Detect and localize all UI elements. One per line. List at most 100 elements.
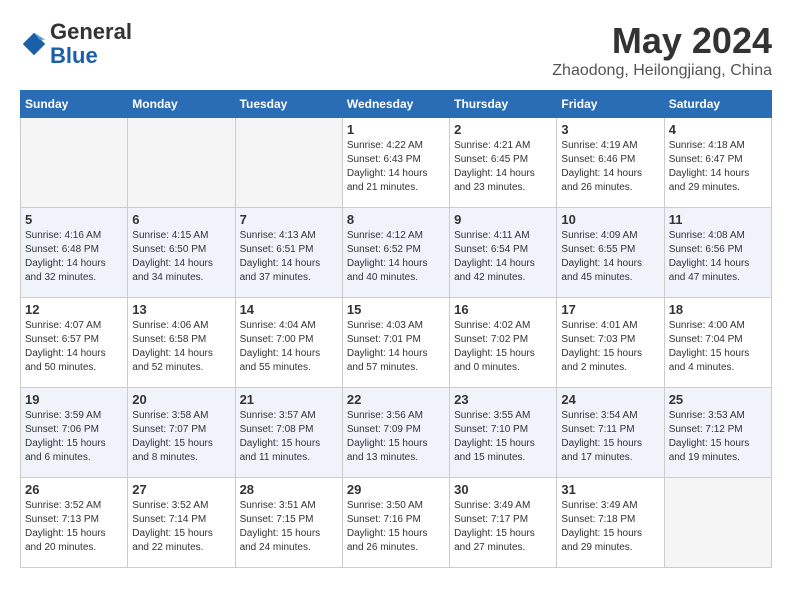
day-info: Sunrise: 4:08 AMSunset: 6:56 PMDaylight:… [669,229,767,285]
day-info: Sunrise: 4:18 AMSunset: 6:47 PMDaylight:… [669,139,767,195]
day-number: 18 [669,302,767,317]
day-number: 2 [454,122,552,137]
day-info: Sunrise: 4:19 AMSunset: 6:46 PMDaylight:… [561,139,659,195]
day-number: 13 [132,302,230,317]
calendar-day-cell: 8 Sunrise: 4:12 AMSunset: 6:52 PMDaylight… [342,208,449,298]
calendar-week-row: 12Sunrise: 4:07 AMSunset: 6:57 PMDayligh… [21,298,772,388]
day-number: 29 [347,482,445,497]
day-info: Sunrise: 4:11 AMSunset: 6:54 PMDaylight:… [454,229,552,285]
day-number: 12 [25,302,123,317]
calendar-day-cell: 12Sunrise: 4:07 AMSunset: 6:57 PMDayligh… [21,298,128,388]
day-number: 1 [347,122,445,137]
calendar-day-cell: 14Sunrise: 4:04 AMSunset: 7:00 PMDayligh… [235,298,342,388]
day-number: 22 [347,392,445,407]
day-number: 5 [25,212,123,227]
calendar-table: SundayMondayTuesdayWednesdayThursdayFrid… [20,90,772,568]
day-info: Sunrise: 4:06 AMSunset: 6:58 PMDaylight:… [132,319,230,375]
calendar-day-cell: 23 Sunrise: 3:55 AMSunset: 7:10 PMDayligh… [450,388,557,478]
calendar-day-cell: 29 Sunrise: 3:50 AMSunset: 7:16 PMDayligh… [342,478,449,568]
day-number: 23 [454,392,552,407]
day-number: 15 [347,302,445,317]
calendar-day-cell [664,478,771,568]
calendar-day-cell: 26 Sunrise: 3:52 AMSunset: 7:13 PMDayligh… [21,478,128,568]
calendar-day-cell: 17 Sunrise: 4:01 AMSunset: 7:03 PMDayligh… [557,298,664,388]
day-info: Sunrise: 3:51 AMSunset: 7:15 PMDaylight:… [240,499,338,555]
day-info: Sunrise: 4:21 AMSunset: 6:45 PMDaylight:… [454,139,552,195]
day-number: 4 [669,122,767,137]
weekday-header-tuesday: Tuesday [235,91,342,118]
calendar-day-cell: 16 Sunrise: 4:02 AMSunset: 7:02 PMDayligh… [450,298,557,388]
calendar-day-cell: 30 Sunrise: 3:49 AMSunset: 7:17 PMDayligh… [450,478,557,568]
day-number: 8 [347,212,445,227]
calendar-day-cell: 19 Sunrise: 3:59 AMSunset: 7:06 PMDayligh… [21,388,128,478]
day-info: Sunrise: 4:03 AMSunset: 7:01 PMDaylight:… [347,319,445,375]
calendar-day-cell: 4 Sunrise: 4:18 AMSunset: 6:47 PMDaylight… [664,118,771,208]
day-number: 16 [454,302,552,317]
calendar-day-cell: 2 Sunrise: 4:21 AMSunset: 6:45 PMDaylight… [450,118,557,208]
day-number: 21 [240,392,338,407]
weekday-header-friday: Friday [557,91,664,118]
day-number: 11 [669,212,767,227]
day-number: 20 [132,392,230,407]
calendar-week-row: 1 Sunrise: 4:22 AMSunset: 6:43 PMDaylight… [21,118,772,208]
calendar-day-cell: 1 Sunrise: 4:22 AMSunset: 6:43 PMDaylight… [342,118,449,208]
day-info: Sunrise: 4:22 AMSunset: 6:43 PMDaylight:… [347,139,445,195]
day-info: Sunrise: 3:52 AMSunset: 7:13 PMDaylight:… [25,499,123,555]
day-info: Sunrise: 3:57 AMSunset: 7:08 PMDaylight:… [240,409,338,465]
page-header: General Blue May 2024 Zhaodong, Heilongj… [20,20,772,80]
day-info: Sunrise: 3:54 AMSunset: 7:11 PMDaylight:… [561,409,659,465]
day-info: Sunrise: 4:15 AMSunset: 6:50 PMDaylight:… [132,229,230,285]
day-info: Sunrise: 3:53 AMSunset: 7:12 PMDaylight:… [669,409,767,465]
day-number: 27 [132,482,230,497]
day-info: Sunrise: 4:09 AMSunset: 6:55 PMDaylight:… [561,229,659,285]
day-number: 25 [669,392,767,407]
day-info: Sunrise: 3:55 AMSunset: 7:10 PMDaylight:… [454,409,552,465]
calendar-day-cell: 25 Sunrise: 3:53 AMSunset: 7:12 PMDayligh… [664,388,771,478]
day-info: Sunrise: 3:49 AMSunset: 7:18 PMDaylight:… [561,499,659,555]
day-number: 17 [561,302,659,317]
calendar-day-cell: 18Sunrise: 4:00 AMSunset: 7:04 PMDayligh… [664,298,771,388]
weekday-header-monday: Monday [128,91,235,118]
day-info: Sunrise: 4:13 AMSunset: 6:51 PMDaylight:… [240,229,338,285]
weekday-header-wednesday: Wednesday [342,91,449,118]
calendar-day-cell [21,118,128,208]
calendar-day-cell: 20 Sunrise: 3:58 AMSunset: 7:07 PMDayligh… [128,388,235,478]
day-number: 14 [240,302,338,317]
calendar-week-row: 19 Sunrise: 3:59 AMSunset: 7:06 PMDayligh… [21,388,772,478]
calendar-day-cell [128,118,235,208]
calendar-day-cell: 9 Sunrise: 4:11 AMSunset: 6:54 PMDaylight… [450,208,557,298]
calendar-day-cell: 21 Sunrise: 3:57 AMSunset: 7:08 PMDayligh… [235,388,342,478]
day-number: 7 [240,212,338,227]
logo-icon [20,30,48,58]
calendar-day-cell: 22 Sunrise: 3:56 AMSunset: 7:09 PMDayligh… [342,388,449,478]
day-number: 28 [240,482,338,497]
day-number: 30 [454,482,552,497]
logo-general-text: General [50,19,132,44]
day-number: 19 [25,392,123,407]
location-subtitle: Zhaodong, Heilongjiang, China [552,62,772,80]
calendar-day-cell: 31 Sunrise: 3:49 AMSunset: 7:18 PMDayligh… [557,478,664,568]
day-number: 26 [25,482,123,497]
weekday-header-sunday: Sunday [21,91,128,118]
calendar-day-cell: 3Sunrise: 4:19 AMSunset: 6:46 PMDaylight… [557,118,664,208]
day-number: 9 [454,212,552,227]
day-info: Sunrise: 3:58 AMSunset: 7:07 PMDaylight:… [132,409,230,465]
day-info: Sunrise: 3:52 AMSunset: 7:14 PMDaylight:… [132,499,230,555]
day-info: Sunrise: 3:56 AMSunset: 7:09 PMDaylight:… [347,409,445,465]
day-info: Sunrise: 4:01 AMSunset: 7:03 PMDaylight:… [561,319,659,375]
day-info: Sunrise: 3:49 AMSunset: 7:17 PMDaylight:… [454,499,552,555]
day-info: Sunrise: 4:02 AMSunset: 7:02 PMDaylight:… [454,319,552,375]
calendar-day-cell: 6 Sunrise: 4:15 AMSunset: 6:50 PMDaylight… [128,208,235,298]
calendar-day-cell: 28 Sunrise: 3:51 AMSunset: 7:15 PMDayligh… [235,478,342,568]
weekday-header-row: SundayMondayTuesdayWednesdayThursdayFrid… [21,91,772,118]
day-info: Sunrise: 3:59 AMSunset: 7:06 PMDaylight:… [25,409,123,465]
day-number: 31 [561,482,659,497]
month-year-title: May 2024 [552,20,772,62]
calendar-week-row: 26 Sunrise: 3:52 AMSunset: 7:13 PMDayligh… [21,478,772,568]
calendar-day-cell: 11 Sunrise: 4:08 AMSunset: 6:56 PMDayligh… [664,208,771,298]
day-info: Sunrise: 4:12 AMSunset: 6:52 PMDaylight:… [347,229,445,285]
day-info: Sunrise: 3:50 AMSunset: 7:16 PMDaylight:… [347,499,445,555]
calendar-day-cell: 10Sunrise: 4:09 AMSunset: 6:55 PMDayligh… [557,208,664,298]
calendar-day-cell: 27 Sunrise: 3:52 AMSunset: 7:14 PMDayligh… [128,478,235,568]
day-number: 6 [132,212,230,227]
